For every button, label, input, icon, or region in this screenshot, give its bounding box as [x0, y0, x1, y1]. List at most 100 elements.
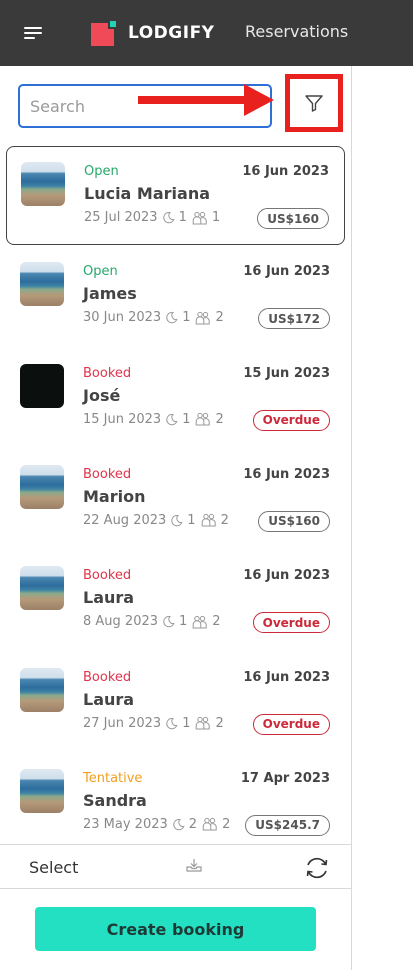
- property-thumbnail: [20, 363, 64, 408]
- stay-details: 15 Jun 2023 1 2: [83, 412, 224, 427]
- reservation-list: Open 16 Jun 2023 Lucia Mariana 25 Jul 2023 1…: [0, 146, 352, 844]
- guests-count: 2: [215, 310, 224, 326]
- guests-count: 2: [220, 512, 229, 528]
- overdue-badge: Overdue: [252, 713, 330, 735]
- guests-icon: [201, 514, 216, 527]
- checkin-date: 27 Jun 2023: [83, 715, 162, 731]
- create-booking-button[interactable]: Create booking: [35, 907, 316, 951]
- nights-count: 1: [178, 210, 187, 225]
- amount-badge: US$172: [258, 308, 330, 330]
- property-thumbnail: [20, 566, 64, 611]
- status-label: Open: [84, 164, 119, 179]
- reservation-card[interactable]: Booked 16 Jun 2023 Laura 8 Aug 2023 1 2 Overdu…: [6, 551, 345, 650]
- status-label: Open: [83, 264, 118, 280]
- moon-icon: [173, 818, 185, 831]
- stay-details: 30 Jun 2023 1 2: [83, 310, 224, 325]
- nights-count: 1: [182, 411, 191, 427]
- nights-count: 1: [187, 512, 196, 528]
- booking-date: 16 Jun 2023: [242, 164, 329, 179]
- status-label: Booked: [83, 365, 132, 381]
- status-label: Booked: [83, 669, 132, 685]
- guest-name: José: [83, 385, 121, 405]
- booking-date: 16 Jun 2023: [243, 466, 330, 482]
- status-label: Tentative: [83, 770, 143, 786]
- moon-icon: [166, 312, 178, 324]
- checkin-date: 23 May 2023: [83, 816, 168, 832]
- property-thumbnail: [20, 667, 64, 712]
- booking-date: 15 Jun 2023: [243, 365, 330, 381]
- moon-icon: [171, 514, 183, 527]
- guests-icon: [192, 615, 207, 629]
- property-thumbnail: [20, 262, 64, 307]
- guests-count: 2: [215, 715, 224, 731]
- guest-name: Laura: [83, 588, 135, 608]
- amount-badge: US$160: [258, 510, 330, 532]
- booking-date: 16 Jun 2023: [243, 568, 330, 584]
- guest-name: Sandra: [83, 790, 147, 810]
- booking-date: 17 Apr 2023: [240, 770, 330, 786]
- guests-count: 2: [212, 614, 221, 630]
- amount-badge: US$245.7: [245, 814, 330, 836]
- overdue-badge: Overdue: [252, 612, 330, 634]
- guests-icon: [196, 716, 211, 730]
- checkin-date: 15 Jun 2023: [83, 411, 162, 427]
- select-button[interactable]: Select: [29, 858, 78, 877]
- nights-count: 2: [188, 816, 198, 832]
- top-bar: LODGIFY Reservations: [0, 0, 413, 66]
- property-thumbnail: [20, 464, 64, 509]
- reservation-card[interactable]: Open 16 Jun 2023 Lucia Mariana 25 Jul 2023 1…: [6, 146, 345, 245]
- reservation-card[interactable]: Booked 16 Jun 2023 Laura 27 Jun 2023 1 2 Overd…: [6, 653, 345, 752]
- moon-icon: [166, 413, 178, 425]
- guests-icon: [196, 311, 211, 325]
- status-label: Booked: [83, 466, 132, 482]
- guest-name: Lucia Mariana: [84, 184, 210, 203]
- stay-details: 27 Jun 2023 1 2: [83, 716, 224, 731]
- guest-name: Laura: [83, 689, 135, 709]
- reservation-card[interactable]: Open 16 Jun 2023 James 30 Jun 2023 1 2 US$172: [6, 247, 345, 346]
- page-title: Reservations: [245, 22, 349, 41]
- reservation-card[interactable]: Booked 16 Jun 2023 Marion 22 Aug 2023 1 2 US$1…: [6, 450, 345, 549]
- checkin-date: 8 Aug 2023: [83, 614, 159, 630]
- reservations-panel: Open 16 Jun 2023 Lucia Mariana 25 Jul 2023 1…: [0, 66, 352, 970]
- search-input[interactable]: [18, 84, 272, 128]
- guest-name: James: [83, 284, 137, 304]
- filter-button[interactable]: [285, 74, 343, 132]
- checkin-date: 22 Aug 2023: [83, 512, 167, 528]
- booking-date: 16 Jun 2023: [243, 264, 330, 280]
- guests-icon: [192, 211, 207, 224]
- guests-icon: [196, 412, 211, 426]
- logo-text: LODGIFY: [128, 22, 215, 43]
- sync-icon[interactable]: [304, 855, 330, 881]
- property-thumbnail: [21, 162, 65, 206]
- nights-count: 1: [182, 310, 191, 326]
- overdue-badge: Overdue: [252, 409, 330, 431]
- stay-details: 25 Jul 2023 1 1: [84, 210, 220, 225]
- guests-count: 1: [211, 210, 221, 225]
- status-label: Booked: [83, 568, 132, 584]
- stay-details: 23 May 2023 2 2: [83, 817, 230, 832]
- property-thumbnail: [20, 768, 64, 813]
- download-icon[interactable]: [186, 858, 202, 872]
- filter-icon: [305, 95, 323, 112]
- nights-count: 1: [182, 715, 191, 731]
- logo[interactable]: LODGIFY: [91, 19, 215, 46]
- booking-date: 16 Jun 2023: [243, 669, 330, 685]
- lodgify-logo-icon: [91, 19, 118, 46]
- checkin-date: 25 Jul 2023: [84, 210, 158, 225]
- moon-icon: [162, 211, 175, 224]
- hamburger-menu-icon[interactable]: [24, 25, 44, 41]
- moon-icon: [163, 616, 175, 628]
- guests-icon: [202, 818, 217, 831]
- guests-count: 2: [222, 816, 231, 832]
- bottom-toolbar: Select: [0, 844, 352, 889]
- guests-count: 2: [215, 411, 224, 427]
- reservation-card[interactable]: Booked 15 Jun 2023 José 15 Jun 2023 1 2 Overdu…: [6, 349, 345, 448]
- amount-badge: US$160: [257, 208, 329, 229]
- stay-details: 22 Aug 2023 1 2: [83, 513, 229, 528]
- guest-name: Marion: [83, 486, 146, 506]
- nights-count: 1: [179, 614, 188, 630]
- moon-icon: [166, 717, 178, 729]
- stay-details: 8 Aug 2023 1 2: [83, 614, 221, 629]
- checkin-date: 30 Jun 2023: [83, 310, 162, 326]
- reservation-card[interactable]: Tentative 17 Apr 2023 Sandra 23 May 2023 2 2 U…: [6, 754, 345, 844]
